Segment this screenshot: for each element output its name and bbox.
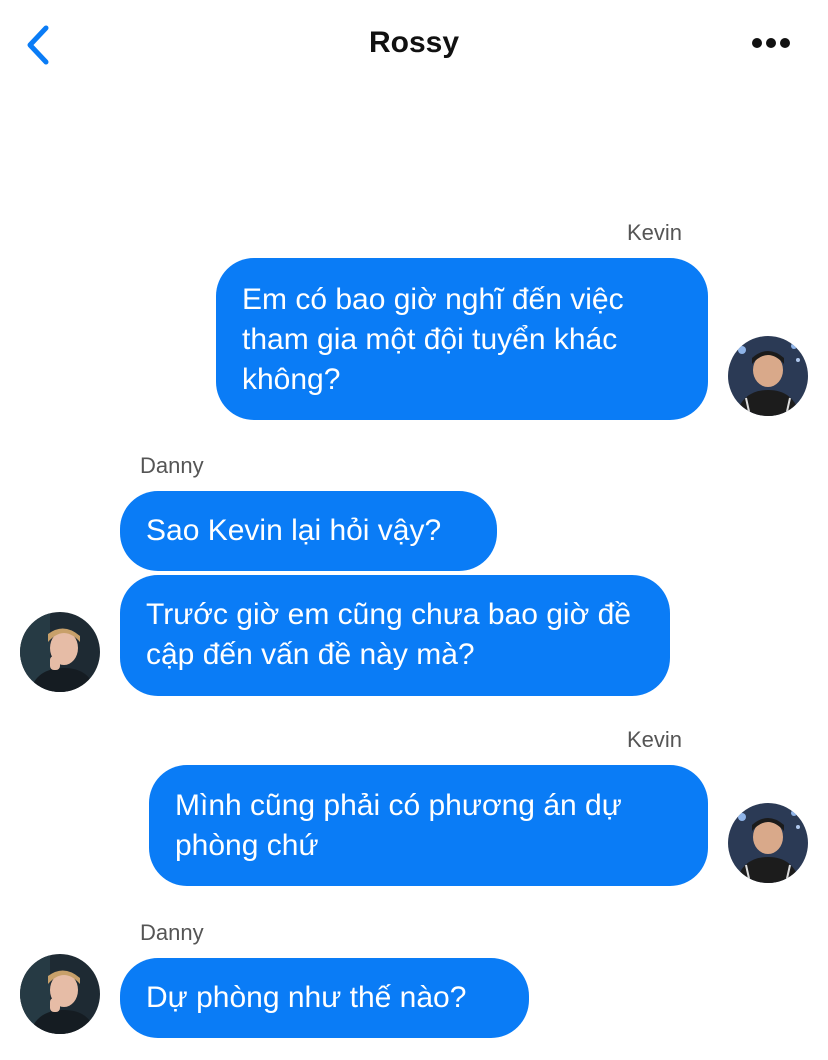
message-text: Sao Kevin lại hỏi vậy? xyxy=(146,514,442,547)
chat-title: Rossy xyxy=(368,26,460,59)
avatar-danny[interactable] xyxy=(20,612,100,692)
avatar-danny[interactable] xyxy=(20,954,100,1034)
message-text: Trước giờ em cũng chưa bao giờ đề cập đế… xyxy=(146,598,631,671)
message-bubble-incoming[interactable]: Trước giờ em cũng chưa bao giờ đề cập đế… xyxy=(120,575,670,696)
message-bubble-incoming[interactable]: Dự phòng như thế nào? xyxy=(120,958,529,1038)
message-text: Em có bao giờ nghĩ đến việc tham gia một… xyxy=(242,283,624,396)
avatar-kevin[interactable] xyxy=(728,336,808,416)
avatar-kevin[interactable] xyxy=(728,803,808,883)
more-options-button[interactable] xyxy=(746,26,796,60)
sender-name: Kevin xyxy=(627,727,683,752)
message-text: Mình cũng phải có phương án dự phòng chứ xyxy=(175,789,622,862)
message-text: Dự phòng như thế nào? xyxy=(146,981,467,1014)
chat-header: Rossy xyxy=(0,0,828,90)
sender-name: Danny xyxy=(140,453,204,478)
message-bubble-incoming[interactable]: Sao Kevin lại hỏi vậy? xyxy=(120,491,497,571)
message-bubble-outgoing[interactable]: Em có bao giờ nghĩ đến việc tham gia một… xyxy=(216,258,708,420)
message-bubble-outgoing[interactable]: Mình cũng phải có phương án dự phòng chứ xyxy=(149,765,708,886)
sender-name: Danny xyxy=(140,920,204,945)
more-horizontal-icon xyxy=(752,38,790,48)
sender-name: Kevin xyxy=(627,220,683,245)
